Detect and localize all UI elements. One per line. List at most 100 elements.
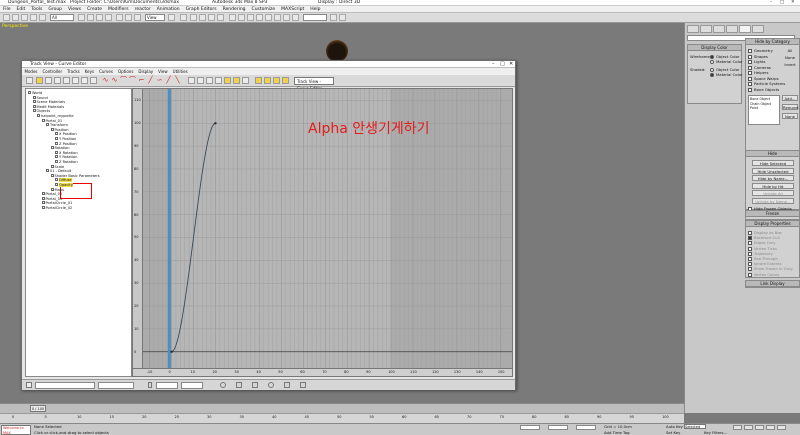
tree-item[interactable]: 01 - Default xyxy=(46,169,71,173)
bookmark-remove-icon[interactable] xyxy=(282,77,289,84)
tree-item[interactable]: Opacity xyxy=(55,183,73,187)
menu-item-views[interactable]: Views xyxy=(65,6,84,12)
snap-icon[interactable] xyxy=(190,14,197,21)
category-checkbox[interactable]: Shapes xyxy=(748,54,768,59)
select-object-icon[interactable] xyxy=(78,14,85,21)
tv-menu-display[interactable]: Display xyxy=(136,68,156,75)
x-coord-field[interactable] xyxy=(520,425,540,430)
schematic-view-icon[interactable] xyxy=(274,14,281,21)
hide-by-category-header[interactable]: Hide by Category xyxy=(746,39,799,45)
display-tab-icon[interactable] xyxy=(739,25,751,33)
zoom-region-icon[interactable] xyxy=(284,382,290,388)
tree-item[interactable]: halpoint_myportle xyxy=(37,114,74,118)
y-coord-field[interactable] xyxy=(548,425,568,430)
tangent-auto-icon[interactable]: ∿ xyxy=(102,77,109,84)
play-icon[interactable] xyxy=(755,425,764,430)
bind-spacewarp-icon[interactable] xyxy=(39,14,46,21)
tree-item[interactable]: Z Rotation xyxy=(55,160,78,164)
tangent-linear-icon[interactable]: ╱ xyxy=(147,77,154,84)
hide-button-4[interactable]: Unhide All xyxy=(752,190,794,196)
lock-tangents-icon[interactable] xyxy=(242,77,249,84)
tree-item[interactable]: Sound xyxy=(32,95,48,100)
menu-item-tools[interactable]: Tools xyxy=(28,6,45,12)
menu-item-graph-editors[interactable]: Graph Editors xyxy=(183,6,220,12)
category-checkbox[interactable]: Helpers xyxy=(748,70,769,75)
tree-item[interactable]: X Position xyxy=(55,132,77,136)
slide-keys-icon[interactable] xyxy=(45,77,52,84)
tangent-fast-icon[interactable]: ⌒ xyxy=(120,77,127,84)
rectangular-selection-icon[interactable] xyxy=(96,14,103,21)
tv-menu-view[interactable]: View xyxy=(156,68,171,75)
category-checkbox[interactable]: Cameras xyxy=(748,65,771,70)
hierarchy-tab-icon[interactable] xyxy=(713,25,725,33)
category-invert-button[interactable]: Invert xyxy=(782,62,798,68)
tv-menu-controller[interactable]: Controller xyxy=(40,68,65,75)
tree-item[interactable]: Medit Materials xyxy=(32,104,64,109)
autokey-label[interactable]: Auto Key xyxy=(666,424,683,429)
tree-item[interactable]: Position xyxy=(50,127,69,132)
tv-minimize-icon[interactable]: – xyxy=(492,61,495,68)
tangent-step-icon[interactable]: ⌐ xyxy=(138,77,145,84)
zoom-value-extents-icon[interactable] xyxy=(252,382,258,388)
menu-item-file[interactable]: File xyxy=(0,6,14,12)
redo-icon[interactable] xyxy=(12,14,19,21)
quick-render-icon[interactable] xyxy=(330,14,337,21)
tangent-smooth-icon[interactable]: ∽ xyxy=(156,77,163,84)
list-none-button[interactable]: None xyxy=(782,113,798,119)
tree-item[interactable]: Portal_01 xyxy=(41,118,62,123)
scale-values-icon[interactable] xyxy=(63,77,70,84)
maxscript-listener[interactable]: Welcome to MAX xyxy=(1,425,31,435)
prev-frame-icon[interactable] xyxy=(744,425,753,430)
link-display-header[interactable]: Link Display xyxy=(746,281,799,287)
display-properties-header[interactable]: Display Properties xyxy=(746,221,799,227)
menu-item-create[interactable]: Create xyxy=(84,6,105,12)
key-stats-icon[interactable] xyxy=(148,382,152,388)
track-bar[interactable]: 0 5 10 15 20 25 30 35 40 45 50 55 60 65 70 75 80 85 90 95 10… xyxy=(0,413,684,423)
category-list-item[interactable]: Point xyxy=(750,106,758,111)
angle-snap-icon[interactable] xyxy=(199,14,206,21)
tv-menu-utilities[interactable]: Utilities xyxy=(170,68,190,75)
menu-item-maxscript[interactable]: MAXScript xyxy=(278,6,307,12)
isolate-curve-icon[interactable] xyxy=(300,382,306,388)
create-tab-icon[interactable] xyxy=(687,25,699,33)
pan-icon[interactable] xyxy=(220,382,226,388)
mirror-icon[interactable] xyxy=(238,14,245,21)
selection-filter-dropdown[interactable]: All xyxy=(50,14,74,21)
tree-item[interactable]: Y Position xyxy=(55,137,76,141)
zoom-icon[interactable] xyxy=(268,382,274,388)
scale-keys-icon[interactable] xyxy=(54,77,61,84)
curve-editor-icon[interactable] xyxy=(265,14,272,21)
time-slider-thumb[interactable]: 0 / 100 xyxy=(30,405,46,412)
tree-item[interactable]: Rotation xyxy=(50,146,70,150)
key-filters-button[interactable]: Key Filters... xyxy=(704,430,727,435)
category-checkbox[interactable]: Lights xyxy=(748,59,765,64)
window-crossing-icon[interactable] xyxy=(105,14,112,21)
manipulate-icon[interactable] xyxy=(180,14,187,21)
value-field[interactable] xyxy=(181,382,203,389)
unlink-icon[interactable] xyxy=(30,14,37,21)
link-icon[interactable] xyxy=(21,14,28,21)
tree-item[interactable]: Objects xyxy=(32,109,50,113)
snap-frames-icon[interactable] xyxy=(197,77,204,84)
align-icon[interactable] xyxy=(247,14,254,21)
rotate-icon[interactable] xyxy=(125,14,132,21)
undo-icon[interactable] xyxy=(3,14,10,21)
menu-item-reactor[interactable]: reactor xyxy=(132,6,154,12)
view-name-field[interactable]: Track View - Curve Editor xyxy=(294,77,334,91)
time-slider[interactable]: 0 / 100 xyxy=(0,403,684,413)
tree-item[interactable]: X Rotation xyxy=(55,150,78,155)
parameter-curve-out-icon[interactable] xyxy=(206,77,213,84)
tree-item[interactable]: Y Rotation xyxy=(55,155,77,159)
track-view-title-bar[interactable]: Track View - Curve Editor – □ ✕ xyxy=(22,61,515,68)
key-mode-dropdown[interactable]: Selected xyxy=(684,424,706,429)
zoom-selected-icon[interactable] xyxy=(26,382,32,388)
bookmark-prev-icon[interactable] xyxy=(273,77,280,84)
select-by-name-icon[interactable] xyxy=(87,14,94,21)
ref-coord-dropdown[interactable]: View xyxy=(145,14,165,21)
filters-icon[interactable] xyxy=(26,77,33,84)
tree-item[interactable]: Z Position xyxy=(55,141,77,146)
menu-item-edit[interactable]: Edit xyxy=(14,6,29,12)
wire-material-color-radio[interactable]: Material Color xyxy=(710,59,743,64)
shaded-material-color-radio[interactable]: Material Color xyxy=(710,72,743,77)
freeze-header[interactable]: Freeze xyxy=(746,211,799,217)
